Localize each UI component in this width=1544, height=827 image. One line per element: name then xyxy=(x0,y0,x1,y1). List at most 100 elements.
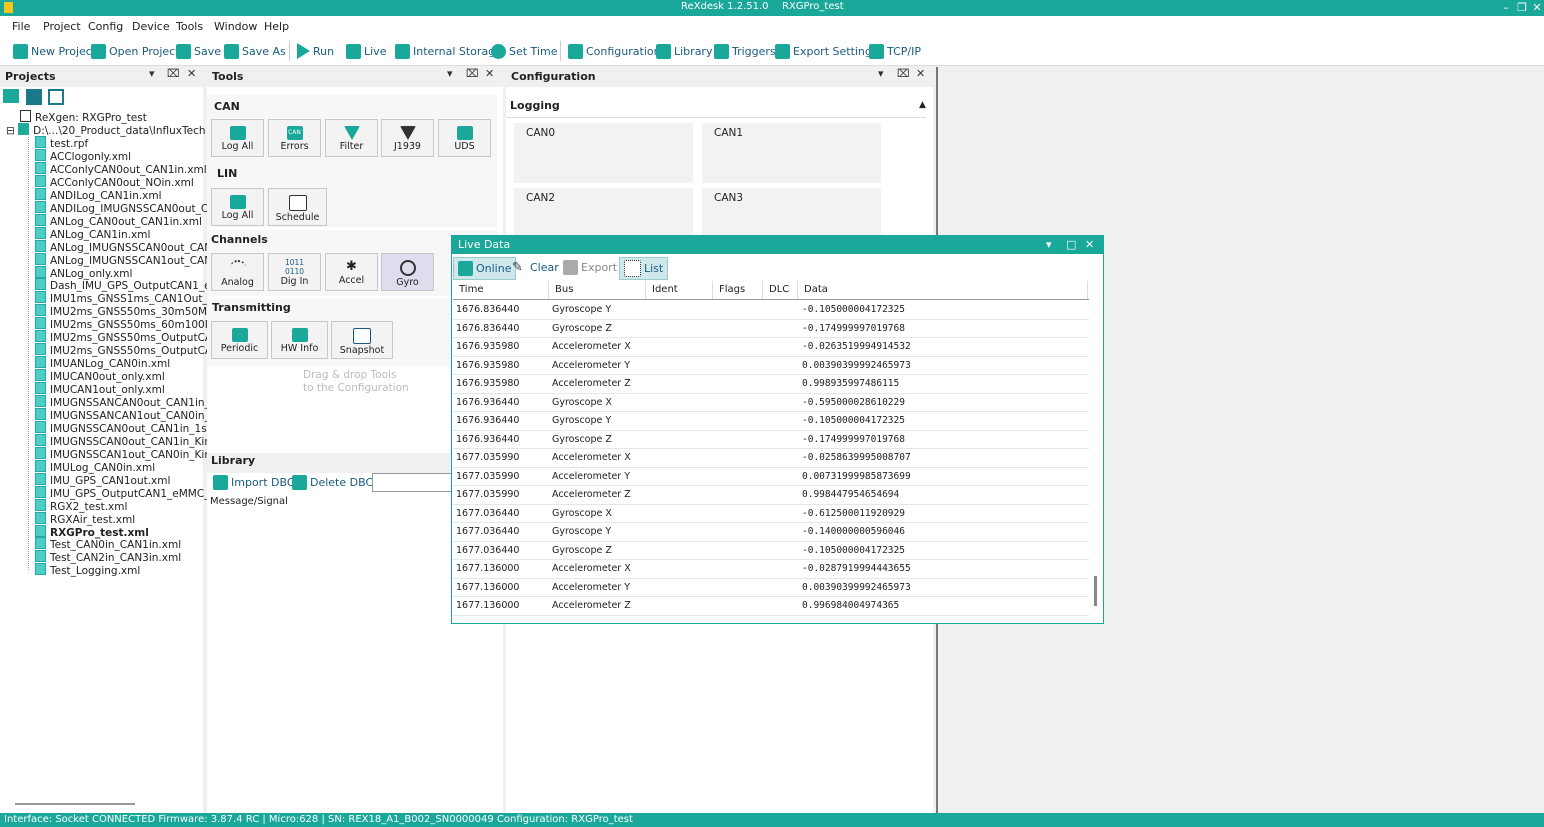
run-button[interactable]: Run xyxy=(297,42,334,60)
tree-folder[interactable]: ⊟ D:\...\20_Product_data\InfluxTech xyxy=(6,123,206,137)
configuration-button[interactable]: Configuration xyxy=(568,42,661,60)
column-dlc[interactable]: DLC xyxy=(763,281,798,299)
list-button[interactable]: List xyxy=(619,257,669,280)
project-file-item[interactable]: ANLog_IMUGNSSCAN1out_CAN0 xyxy=(35,252,219,267)
live-data-row[interactable]: 1676.935980 Accelerometer X -0.02635199949… xyxy=(453,337,1089,357)
tool-filter[interactable]: Filter xyxy=(325,119,378,157)
open-project-button[interactable]: Open Project xyxy=(91,42,180,60)
delete-dbc-button[interactable]: Delete DBC xyxy=(292,473,373,491)
pin-icon[interactable]: ⌧ xyxy=(897,67,910,80)
column-data[interactable]: Data xyxy=(798,281,1088,299)
import-dbc-button[interactable]: Import DBC xyxy=(213,473,295,491)
menu-config[interactable]: Config xyxy=(88,20,123,33)
live-data-row[interactable]: 1676.936440 Gyroscope Y -0.105000004172325 xyxy=(453,411,1089,431)
horizontal-scrollbar[interactable] xyxy=(15,803,135,805)
restore-icon[interactable]: ❐ xyxy=(1514,0,1530,16)
edit-icon[interactable] xyxy=(26,89,42,105)
project-file-item[interactable]: IMUGNSSANCAN0out_CAN1in_Ki xyxy=(35,395,220,409)
live-data-row[interactable]: 1676.935980 Accelerometer Z 0.998935997486… xyxy=(453,374,1089,394)
close-icon[interactable]: ✕ xyxy=(1085,236,1094,254)
save-button[interactable]: Save xyxy=(176,42,221,60)
menu-tools[interactable]: Tools xyxy=(176,20,203,33)
live-data-row[interactable]: 1677.036440 Gyroscope Z -0.105000004172325 xyxy=(453,541,1089,560)
new-project-button[interactable]: New Project xyxy=(13,42,96,60)
export-button[interactable]: Export xyxy=(563,257,617,278)
live-data-row[interactable]: 1677.035990 Accelerometer X -0.02586399950… xyxy=(453,448,1089,468)
live-data-row[interactable]: 1676.936440 Gyroscope X -0.595000028610229 xyxy=(453,393,1089,412)
tool-can-log-all[interactable]: Log All xyxy=(211,119,264,157)
menu-help[interactable]: Help xyxy=(264,20,289,33)
project-file-item[interactable]: ANLog_only.xml xyxy=(35,265,132,280)
dropdown-icon[interactable]: ▾ xyxy=(1046,236,1052,254)
project-file-item[interactable]: IMU1ms_GNSS1ms_CAN1Out_60r xyxy=(35,291,225,305)
tool-hw-info[interactable]: HW Info xyxy=(271,321,328,359)
tool-schedule[interactable]: Schedule xyxy=(268,188,327,226)
can0-box[interactable]: CAN0 xyxy=(514,123,693,183)
project-file-item[interactable]: IMU2ms_GNSS50ms_60m100M_K xyxy=(35,317,226,331)
close-icon[interactable]: ✕ xyxy=(187,67,196,80)
tool-lin-log-all[interactable]: Log All xyxy=(211,188,264,226)
project-file-item[interactable]: ANDILog_IMUGNSSCAN0out_CAN xyxy=(35,200,223,215)
close-icon[interactable]: ✕ xyxy=(485,67,494,80)
save-as-button[interactable]: Save As xyxy=(224,42,286,60)
live-data-row[interactable]: 1677.136000 Accelerometer Y 0.003903999924… xyxy=(453,578,1089,597)
project-file-item[interactable]: IMUCAN1out_only.xml xyxy=(35,382,165,396)
menu-project[interactable]: Project xyxy=(43,20,81,33)
column-bus[interactable]: Bus xyxy=(549,281,646,299)
tool-dig-in[interactable]: 1011 0110 Dig In xyxy=(268,253,321,291)
pin-icon[interactable]: ⌧ xyxy=(167,67,180,80)
dropdown-icon[interactable]: ▾ xyxy=(878,67,884,80)
tool-j1939[interactable]: J1939 xyxy=(381,119,434,157)
tool-periodic[interactable]: Periodic xyxy=(211,321,268,359)
project-file-item[interactable]: Dash_IMU_GPS_OutputCAN1_eMI xyxy=(35,278,223,292)
project-file-item[interactable]: Test_CAN2in_CAN3in.xml xyxy=(35,550,181,564)
pin-icon[interactable]: ⌧ xyxy=(466,67,479,80)
project-file-item[interactable]: IMU_GPS_CAN1out.xml xyxy=(35,472,170,487)
menu-device[interactable]: Device xyxy=(132,20,170,33)
project-file-item[interactable]: test.rpf xyxy=(35,136,88,150)
library-button[interactable]: Library xyxy=(656,42,712,60)
project-file-item[interactable]: IMU2ms_GNSS50ms_OutputCAN1 xyxy=(35,343,227,357)
tool-errors[interactable]: CAN Errors xyxy=(268,119,321,157)
dropdown-icon[interactable]: ▾ xyxy=(447,67,453,80)
project-file-item[interactable]: IMU2ms_GNSS50ms_30m50M_Kir xyxy=(35,304,226,318)
vertical-scrollbar[interactable] xyxy=(1094,576,1097,606)
online-button[interactable]: Online xyxy=(453,257,517,280)
live-data-row[interactable]: 1676.836440 Gyroscope Z -0.174999997019768 xyxy=(453,319,1089,338)
tcpip-button[interactable]: TCP/IP xyxy=(869,42,921,60)
project-file-item[interactable]: IMUGNSSCAN1out_CAN0in_Kim.x xyxy=(35,446,224,461)
internal-storage-button[interactable]: Internal Storage xyxy=(395,42,502,60)
tool-uds[interactable]: UDS xyxy=(438,119,491,157)
dropdown-icon[interactable]: ▾ xyxy=(149,67,155,80)
project-file-item[interactable]: ACClogonly.xml xyxy=(35,148,131,163)
project-file-item[interactable]: ANLog_CAN0out_CAN1in.xml xyxy=(35,213,202,228)
menu-file[interactable]: File xyxy=(12,20,30,33)
project-file-item[interactable]: RGX2_test.xml xyxy=(35,498,127,513)
project-file-item[interactable]: ANLog_IMUGNSSCAN0out_CAN1 xyxy=(35,239,219,254)
project-file-item[interactable]: IMUCAN0out_only.xml xyxy=(35,369,165,383)
live-button[interactable]: Live xyxy=(346,42,386,60)
project-file-item[interactable]: RGXAir_test.xml xyxy=(35,511,135,526)
column-flags[interactable]: Flags xyxy=(713,281,763,299)
live-data-row[interactable]: 1677.136000 Accelerometer Z 0.996984004974… xyxy=(453,596,1089,616)
remove-icon[interactable] xyxy=(48,89,64,105)
column-time[interactable]: Time xyxy=(453,281,549,299)
project-file-item[interactable]: IMU_GPS_OutputCAN1_eMMC_1C xyxy=(35,485,223,500)
project-file-item[interactable]: Test_CAN0in_CAN1in.xml xyxy=(35,537,181,551)
live-data-row[interactable]: 1677.036440 Gyroscope X -0.612500011920929 xyxy=(453,504,1089,523)
project-file-item[interactable]: IMUGNSSCAN0out_CAN1in_1s.xr xyxy=(35,420,221,435)
menu-window[interactable]: Window xyxy=(214,20,257,33)
project-file-item[interactable]: ACConlyCAN0out_NOin.xml xyxy=(35,174,194,189)
live-data-row[interactable]: 1676.836440 Gyroscope Y -0.105000004172325 xyxy=(453,300,1089,320)
can1-box[interactable]: CAN1 xyxy=(702,123,881,183)
project-file-item[interactable]: IMUGNSSCAN0out_CAN1in_Kim.x xyxy=(35,433,224,448)
collapse-icon[interactable]: ▲ xyxy=(919,100,926,110)
library-search-input[interactable] xyxy=(372,473,457,492)
live-data-row[interactable]: 1677.035990 Accelerometer Z 0.998447954654… xyxy=(453,485,1089,505)
column-ident[interactable]: Ident xyxy=(646,281,713,299)
tool-accel[interactable]: ✱ Accel xyxy=(325,253,378,291)
close-icon[interactable]: ✕ xyxy=(916,67,925,80)
open-folder-icon[interactable] xyxy=(3,89,19,103)
maximize-icon[interactable]: □ xyxy=(1066,236,1076,254)
export-settings-button[interactable]: Export Settings xyxy=(775,42,878,60)
